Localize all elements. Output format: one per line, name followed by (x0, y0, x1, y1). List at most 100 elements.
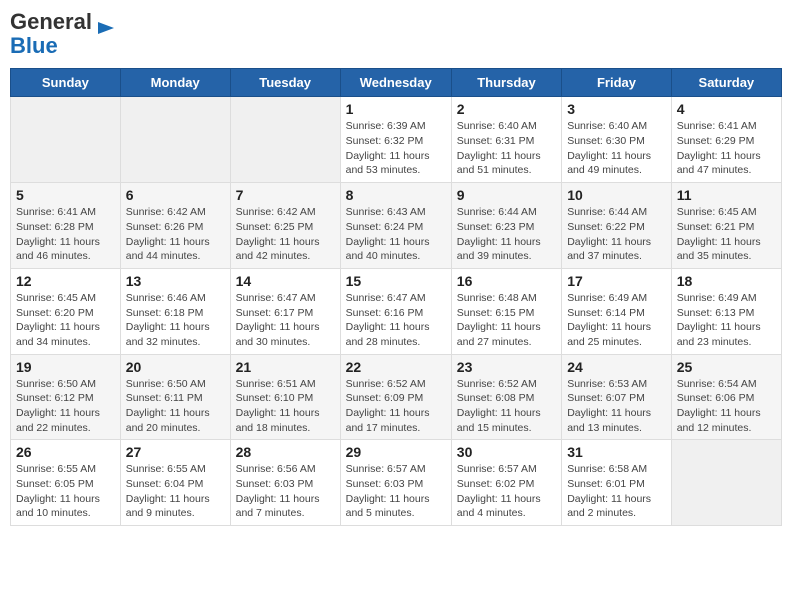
day-info: Sunrise: 6:48 AM Sunset: 6:15 PM Dayligh… (457, 291, 556, 350)
page-header: General Blue (10, 10, 782, 58)
day-info: Sunrise: 6:57 AM Sunset: 6:02 PM Dayligh… (457, 462, 556, 521)
day-info: Sunrise: 6:39 AM Sunset: 6:32 PM Dayligh… (346, 119, 446, 178)
day-info: Sunrise: 6:46 AM Sunset: 6:18 PM Dayligh… (126, 291, 225, 350)
calendar-header-row: SundayMondayTuesdayWednesdayThursdayFrid… (11, 69, 782, 97)
calendar-cell: 26 Sunrise: 6:55 AM Sunset: 6:05 PM Dayli… (11, 440, 121, 526)
logo-blue: Blue (10, 33, 58, 58)
calendar-cell: 23 Sunrise: 6:52 AM Sunset: 6:08 PM Dayli… (451, 354, 561, 440)
day-number: 20 (126, 359, 225, 375)
day-number: 27 (126, 444, 225, 460)
day-number: 30 (457, 444, 556, 460)
day-of-week-tuesday: Tuesday (230, 69, 340, 97)
calendar-cell (230, 97, 340, 183)
day-number: 4 (677, 101, 776, 117)
day-of-week-thursday: Thursday (451, 69, 561, 97)
calendar-cell: 21Sunrise: 6:51 AM Sunset: 6:10 PM Dayli… (230, 354, 340, 440)
calendar-cell: 9 Sunrise: 6:44 AM Sunset: 6:23 PM Daylig… (451, 183, 561, 269)
day-number: 5 (16, 187, 115, 203)
day-number: 26 (16, 444, 115, 460)
calendar-cell (120, 97, 230, 183)
calendar-cell: 11 Sunrise: 6:45 AM Sunset: 6:21 PM Dayli… (671, 183, 781, 269)
day-number: 13 (126, 273, 225, 289)
calendar-cell: 1 Sunrise: 6:39 AM Sunset: 6:32 PM Daylig… (340, 97, 451, 183)
day-number: 2 (457, 101, 556, 117)
day-number: 9 (457, 187, 556, 203)
day-of-week-monday: Monday (120, 69, 230, 97)
day-info: Sunrise: 6:40 AM Sunset: 6:30 PM Dayligh… (567, 119, 666, 178)
calendar-cell: 15 Sunrise: 6:47 AM Sunset: 6:16 PM Dayli… (340, 268, 451, 354)
day-number: 10 (567, 187, 666, 203)
day-number: 6 (126, 187, 225, 203)
calendar-cell: 14 Sunrise: 6:47 AM Sunset: 6:17 PM Dayli… (230, 268, 340, 354)
calendar-cell: 24 Sunrise: 6:53 AM Sunset: 6:07 PM Dayli… (562, 354, 672, 440)
calendar-cell: 2 Sunrise: 6:40 AM Sunset: 6:31 PM Daylig… (451, 97, 561, 183)
day-info: Sunrise: 6:55 AM Sunset: 6:04 PM Dayligh… (126, 462, 225, 521)
day-info: Sunrise: 6:44 AM Sunset: 6:22 PM Dayligh… (567, 205, 666, 264)
day-info: Sunrise: 6:45 AM Sunset: 6:21 PM Dayligh… (677, 205, 776, 264)
logo-text: General Blue (10, 10, 92, 58)
calendar-week-4: 19Sunrise: 6:50 AM Sunset: 6:12 PM Dayli… (11, 354, 782, 440)
day-number: 11 (677, 187, 776, 203)
calendar-cell: 31Sunrise: 6:58 AM Sunset: 6:01 PM Dayli… (562, 440, 672, 526)
day-info: Sunrise: 6:53 AM Sunset: 6:07 PM Dayligh… (567, 377, 666, 436)
calendar-cell: 29Sunrise: 6:57 AM Sunset: 6:03 PM Dayli… (340, 440, 451, 526)
day-number: 23 (457, 359, 556, 375)
day-info: Sunrise: 6:49 AM Sunset: 6:14 PM Dayligh… (567, 291, 666, 350)
day-info: Sunrise: 6:54 AM Sunset: 6:06 PM Dayligh… (677, 377, 776, 436)
calendar-cell: 12 Sunrise: 6:45 AM Sunset: 6:20 PM Dayli… (11, 268, 121, 354)
calendar-cell: 3 Sunrise: 6:40 AM Sunset: 6:30 PM Daylig… (562, 97, 672, 183)
calendar-cell: 30 Sunrise: 6:57 AM Sunset: 6:02 PM Dayli… (451, 440, 561, 526)
calendar-table: SundayMondayTuesdayWednesdayThursdayFrid… (10, 68, 782, 526)
day-info: Sunrise: 6:40 AM Sunset: 6:31 PM Dayligh… (457, 119, 556, 178)
day-number: 8 (346, 187, 446, 203)
day-info: Sunrise: 6:47 AM Sunset: 6:17 PM Dayligh… (236, 291, 335, 350)
day-number: 22 (346, 359, 446, 375)
calendar-week-1: 1 Sunrise: 6:39 AM Sunset: 6:32 PM Daylig… (11, 97, 782, 183)
day-info: Sunrise: 6:45 AM Sunset: 6:20 PM Dayligh… (16, 291, 115, 350)
day-number: 18 (677, 273, 776, 289)
day-number: 15 (346, 273, 446, 289)
day-of-week-sunday: Sunday (11, 69, 121, 97)
day-of-week-friday: Friday (562, 69, 672, 97)
day-number: 16 (457, 273, 556, 289)
calendar-cell: 10 Sunrise: 6:44 AM Sunset: 6:22 PM Dayli… (562, 183, 672, 269)
day-of-week-wednesday: Wednesday (340, 69, 451, 97)
calendar-cell: 25 Sunrise: 6:54 AM Sunset: 6:06 PM Dayli… (671, 354, 781, 440)
day-info: Sunrise: 6:41 AM Sunset: 6:29 PM Dayligh… (677, 119, 776, 178)
day-number: 25 (677, 359, 776, 375)
calendar-cell: 17 Sunrise: 6:49 AM Sunset: 6:14 PM Dayli… (562, 268, 672, 354)
day-number: 17 (567, 273, 666, 289)
day-info: Sunrise: 6:44 AM Sunset: 6:23 PM Dayligh… (457, 205, 556, 264)
day-number: 19 (16, 359, 115, 375)
day-info: Sunrise: 6:42 AM Sunset: 6:25 PM Dayligh… (236, 205, 335, 264)
day-number: 3 (567, 101, 666, 117)
day-info: Sunrise: 6:55 AM Sunset: 6:05 PM Dayligh… (16, 462, 115, 521)
day-number: 7 (236, 187, 335, 203)
day-number: 29 (346, 444, 446, 460)
day-number: 21 (236, 359, 335, 375)
calendar-cell: 4 Sunrise: 6:41 AM Sunset: 6:29 PM Daylig… (671, 97, 781, 183)
day-info: Sunrise: 6:56 AM Sunset: 6:03 PM Dayligh… (236, 462, 335, 521)
day-info: Sunrise: 6:52 AM Sunset: 6:08 PM Dayligh… (457, 377, 556, 436)
day-number: 28 (236, 444, 335, 460)
calendar-week-2: 5 Sunrise: 6:41 AM Sunset: 6:28 PM Daylig… (11, 183, 782, 269)
day-info: Sunrise: 6:58 AM Sunset: 6:01 PM Dayligh… (567, 462, 666, 521)
calendar-cell (671, 440, 781, 526)
calendar-week-3: 12 Sunrise: 6:45 AM Sunset: 6:20 PM Dayli… (11, 268, 782, 354)
day-number: 14 (236, 273, 335, 289)
day-info: Sunrise: 6:41 AM Sunset: 6:28 PM Dayligh… (16, 205, 115, 264)
day-number: 24 (567, 359, 666, 375)
logo-arrow-icon (96, 18, 116, 38)
calendar-cell: 13 Sunrise: 6:46 AM Sunset: 6:18 PM Dayli… (120, 268, 230, 354)
day-info: Sunrise: 6:43 AM Sunset: 6:24 PM Dayligh… (346, 205, 446, 264)
calendar-cell (11, 97, 121, 183)
calendar-cell: 5 Sunrise: 6:41 AM Sunset: 6:28 PM Daylig… (11, 183, 121, 269)
day-info: Sunrise: 6:52 AM Sunset: 6:09 PM Dayligh… (346, 377, 446, 436)
calendar-cell: 28 Sunrise: 6:56 AM Sunset: 6:03 PM Dayli… (230, 440, 340, 526)
day-number: 1 (346, 101, 446, 117)
calendar-cell: 22 Sunrise: 6:52 AM Sunset: 6:09 PM Dayli… (340, 354, 451, 440)
calendar-cell: 7 Sunrise: 6:42 AM Sunset: 6:25 PM Daylig… (230, 183, 340, 269)
day-number: 12 (16, 273, 115, 289)
day-info: Sunrise: 6:47 AM Sunset: 6:16 PM Dayligh… (346, 291, 446, 350)
logo-general: General (10, 9, 92, 34)
